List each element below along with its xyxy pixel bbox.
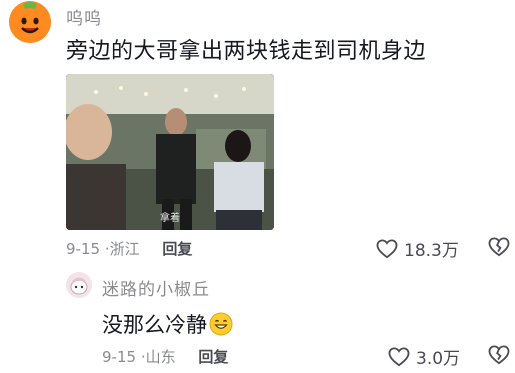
broken-heart-icon xyxy=(488,237,510,257)
comment-location: 山东 xyxy=(145,348,176,366)
heart-outline-icon xyxy=(376,238,398,258)
avatar[interactable] xyxy=(66,272,92,298)
reply-button[interactable]: 回复 xyxy=(198,348,228,366)
comment-date: 9-15 xyxy=(102,348,137,366)
like-button[interactable]: 3.0万 xyxy=(388,344,460,369)
comment-text: 没那么冷静 xyxy=(102,309,233,339)
cartoon-avatar-icon xyxy=(66,272,92,298)
like-button[interactable]: 18.3万 xyxy=(376,236,459,261)
comment-image[interactable]: 拿着 xyxy=(66,74,274,230)
dislike-button[interactable] xyxy=(488,237,510,261)
comment-text: 旁边的大哥拿出两块钱走到司机身边 xyxy=(66,39,427,64)
comment-username[interactable]: 呜呜 xyxy=(66,4,102,29)
heart-outline-icon xyxy=(388,346,410,366)
like-count: 18.3万 xyxy=(404,241,459,261)
comment-text-body: 没那么冷静 xyxy=(102,313,207,337)
dislike-button[interactable] xyxy=(488,345,510,369)
orange-face-icon xyxy=(9,1,51,43)
comment-date: 9-15 xyxy=(66,240,101,258)
broken-heart-icon xyxy=(488,345,510,365)
avatar[interactable] xyxy=(9,1,51,43)
comment-username[interactable]: 迷路的小椒丘 xyxy=(102,275,210,300)
like-count: 3.0万 xyxy=(416,349,461,369)
comment-meta: 9-15 ·浙江 回复 xyxy=(66,238,192,259)
reply-button[interactable]: 回复 xyxy=(162,240,192,258)
comment-meta: 9-15 ·山东 回复 xyxy=(102,346,228,367)
smiling-emoji-icon xyxy=(209,312,233,336)
comment-location: 浙江 xyxy=(109,240,140,258)
video-still-image xyxy=(66,74,274,230)
subtitle-text: 拿着 xyxy=(160,213,180,224)
